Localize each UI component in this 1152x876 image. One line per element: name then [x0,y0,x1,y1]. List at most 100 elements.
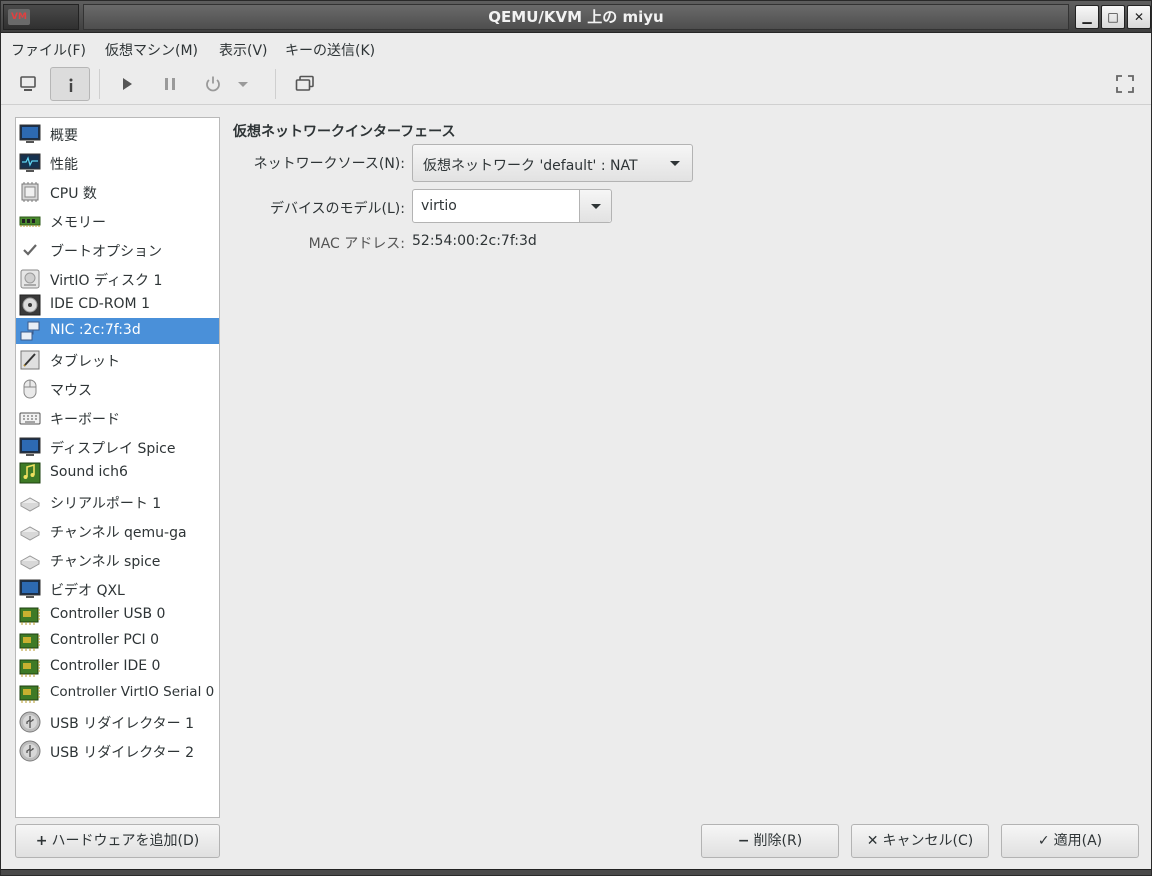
app-logo: VM [3,4,79,30]
section-title: 仮想ネットワークインターフェース [233,124,456,140]
apply-button[interactable]: ✓ 適用(A) [1001,824,1139,858]
play-icon [123,78,132,90]
pause-icon [165,78,175,90]
network-source-combo[interactable]: 仮想ネットワーク 'default' : NAT [412,144,693,182]
monitor-icon [19,437,41,456]
title-bar[interactable]: VM QEMU/KVM 上の miyu ▁ □ ✕ [1,1,1151,33]
cpu-icon [21,182,39,202]
app-window: VM QEMU/KVM 上の miyu ▁ □ ✕ ファイル(F) 仮想マシン(… [0,0,1152,876]
list-item[interactable]: Sound ich6 [16,460,219,486]
list-item[interactable]: CPU 数 [16,179,219,205]
list-item[interactable]: USB リダイレクター 2 [16,738,219,764]
minimize-button[interactable]: ▁ [1075,5,1099,29]
list-item[interactable]: シリアルポート 1 [16,489,219,515]
harddisk-icon [20,269,40,289]
monitor-icon [20,76,36,91]
details-button[interactable] [50,67,90,101]
mouse-icon [23,379,37,399]
menu-send-key[interactable]: キーの送信(K) [285,40,375,60]
list-item[interactable]: 概要 [16,121,219,147]
memory-icon [19,216,41,227]
sound-icon [19,462,41,484]
check-icon: ✓ [1037,833,1050,849]
list-item[interactable]: IDE CD-ROM 1 [16,292,219,318]
menu-view[interactable]: 表示(V) [219,40,268,60]
shutdown-button[interactable] [193,67,233,101]
nic-details-panel: 仮想ネットワークインターフェース ネットワークソース(N): 仮想ネットワーク … [231,117,1141,817]
device-model-input[interactable] [413,190,579,222]
check-icon [23,244,37,256]
network-source-label: ネットワークソース(N): [253,156,405,172]
monitor-icon [19,124,41,143]
close-icon: ✕ [866,833,879,849]
menu-bar: ファイル(F) 仮想マシン(M) 表示(V) キーの送信(K) [1,33,1151,63]
hardware-list: 概要 性能 CPU 数 メモリー ブートオプション VirtIO ディスク 1 … [15,117,220,818]
close-button[interactable]: ✕ [1127,5,1151,29]
window-title: QEMU/KVM 上の miyu [83,4,1069,30]
device-model-combo [412,189,612,223]
cancel-button[interactable]: ✕ キャンセル(C) [851,824,989,858]
list-item[interactable]: USB リダイレクター 1 [16,709,219,735]
list-item[interactable]: キーボード [16,405,219,431]
vm-logo-icon: VM [8,9,30,25]
list-item[interactable]: チャンネル qemu-ga [16,518,219,544]
list-item[interactable]: ディスプレイ Spice [16,434,219,460]
tablet-icon [20,350,40,370]
list-item[interactable]: NIC :2c:7f:3d [16,318,219,344]
monitor-graph-icon [19,153,41,172]
toolbar-separator [99,69,100,99]
list-item[interactable]: 性能 [16,150,219,176]
network-source-value: 仮想ネットワーク 'default' : NAT [423,158,638,174]
serial-icon [19,497,41,512]
minus-icon: − [737,833,750,849]
monitor-icon [19,579,41,598]
plus-icon: + [35,833,48,849]
controller-icon [19,685,40,703]
network-icon [20,321,40,341]
device-model-label: デバイスのモデル(L): [269,201,405,217]
mac-address-value: 52:54:00:2c:7f:3d [412,233,537,249]
chevron-down-icon [670,161,680,166]
list-item[interactable]: ビデオ QXL [16,576,219,602]
list-item[interactable]: チャンネル spice [16,547,219,573]
add-hardware-button[interactable]: + ハードウェアを追加(D) [15,824,220,858]
toolbar [1,63,1151,105]
controller-icon [19,607,40,625]
usb-icon [19,711,41,733]
snapshots-button[interactable] [284,67,324,101]
list-item[interactable]: マウス [16,376,219,402]
window-border [1,869,1151,875]
list-item[interactable]: タブレット [16,347,219,373]
cdrom-icon [19,294,41,316]
power-icon [206,76,220,92]
list-item[interactable]: Controller VirtIO Serial 0 [16,680,219,706]
remove-button[interactable]: − 削除(R) [701,824,839,858]
chevron-down-icon [591,204,601,209]
fullscreen-button[interactable] [1105,67,1145,101]
maximize-button[interactable]: □ [1101,5,1125,29]
pause-button[interactable] [150,67,190,101]
serial-icon [19,526,41,541]
clone-icon [295,75,314,91]
serial-icon [19,555,41,570]
console-button[interactable] [8,67,48,101]
info-icon [69,78,73,92]
menu-virtual-machine[interactable]: 仮想マシン(M) [105,40,198,60]
list-item[interactable]: メモリー [16,208,219,234]
device-model-dropdown-button[interactable] [579,190,611,222]
controller-icon [19,633,40,651]
usb-icon [19,740,41,762]
list-item[interactable]: Controller PCI 0 [16,628,219,654]
fullscreen-icon [1116,75,1134,93]
menu-file[interactable]: ファイル(F) [11,40,86,60]
list-item[interactable]: VirtIO ディスク 1 [16,266,219,292]
mac-address-label: MAC アドレス: [308,236,405,252]
list-item[interactable]: ブートオプション [16,237,219,263]
toolbar-separator [275,69,276,99]
list-item[interactable]: Controller IDE 0 [16,654,219,680]
controller-icon [19,659,40,677]
keyboard-icon [19,412,41,425]
list-item[interactable]: Controller USB 0 [16,602,219,628]
shutdown-menu-button[interactable] [231,67,257,101]
run-button[interactable] [107,67,147,101]
